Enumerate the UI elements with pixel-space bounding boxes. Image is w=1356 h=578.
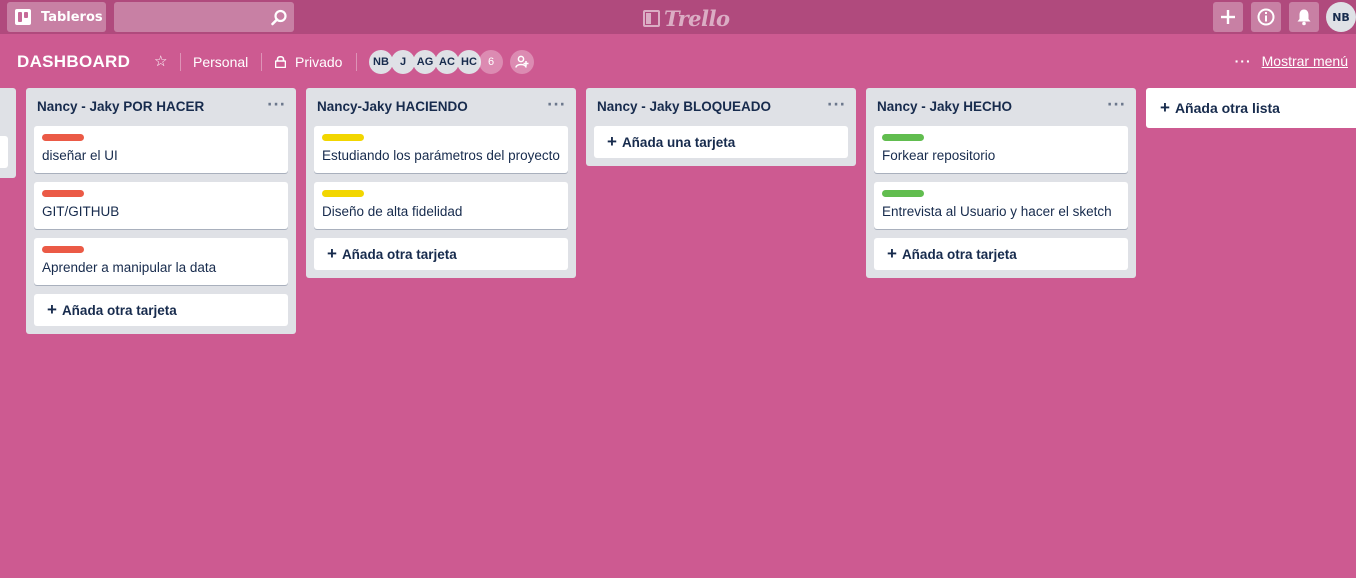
add-card-label: Añada otra tarjeta [341,246,457,262]
card-title: diseñar el UI [42,148,118,163]
card-title: Forkear repositorio [882,148,996,163]
list-header: Nancy-Jaky HACIENDO ··· [306,88,576,126]
board-title[interactable]: DASHBOARD [17,52,130,72]
boards-icon [15,9,31,25]
plus-icon [1221,10,1235,24]
card-partial[interactable] [0,136,8,168]
more-icon: ··· [1234,53,1252,69]
list-hecho: Nancy - Jaky HECHO ··· Forkear repositor… [866,88,1136,278]
card-label-green[interactable] [882,134,924,141]
list-header: Nancy - Jaky POR HACER ··· [26,88,296,126]
list-bloqueado: Nancy - Jaky BLOQUEADO ··· + Añada una t… [586,88,856,166]
notifications-button[interactable] [1289,2,1319,32]
list-menu-icon[interactable]: ··· [547,97,566,113]
card[interactable]: Estudiando los parámetros del proyecto [314,126,568,173]
invite-member-button[interactable] [510,50,534,74]
plus-icon: + [887,244,897,263]
top-header: Tableros Trello NB [0,0,1356,34]
card-label-yellow[interactable] [322,190,364,197]
info-button[interactable] [1251,2,1281,32]
add-card-label: Añada otra tarjeta [901,246,1017,262]
card[interactable]: Entrevista al Usuario y hacer el sketch [874,182,1128,229]
card-title: Entrevista al Usuario y hacer el sketch [882,204,1112,219]
list-por-hacer: Nancy - Jaky POR HACER ··· diseñar el UI… [26,88,296,334]
list-menu-icon[interactable]: ··· [1107,97,1126,113]
member-avatar[interactable]: J [391,50,415,74]
list-header: Nancy - Jaky HECHO ··· [866,88,1136,126]
list-haciendo: Nancy-Jaky HACIENDO ··· Estudiando los p… [306,88,576,278]
star-icon[interactable]: ☆ [154,52,167,70]
add-card-button[interactable]: + Añada otra tarjeta [874,238,1128,270]
visibility-button[interactable]: Privado [295,54,342,70]
card[interactable]: Diseño de alta fidelidad [314,182,568,229]
create-button[interactable] [1213,2,1243,32]
add-card-label: Añada una tarjeta [621,134,736,150]
plus-icon: + [327,244,337,263]
list-title[interactable]: Nancy - Jaky POR HACER [37,99,204,114]
card-label-red[interactable] [42,190,84,197]
user-avatar[interactable]: NB [1326,2,1356,32]
lock-icon [275,55,286,68]
card-title: Estudiando los parámetros del proyecto [322,148,560,163]
trello-logo-icon [643,10,660,27]
board-header: DASHBOARD ☆ Personal Privado NB J AG AC … [0,42,1356,82]
search-input[interactable] [114,2,264,32]
divider [180,53,181,71]
card-label-green[interactable] [882,190,924,197]
add-card-button[interactable]: + Añada una tarjeta [594,126,848,158]
info-icon [1257,8,1275,26]
plus-icon: + [607,132,617,151]
plus-icon: + [1160,98,1170,117]
add-card-label: Añada otra tarjeta [61,302,177,318]
add-card-button[interactable]: + Añada otra tarjeta [34,294,288,326]
add-card-button[interactable]: + Añada otra tarjeta [314,238,568,270]
add-list-label: Añada otra lista [1174,100,1280,116]
bell-icon [1297,9,1311,26]
list-menu-icon[interactable]: ··· [827,97,846,113]
member-avatar[interactable]: HC [457,50,481,74]
list-title[interactable]: Nancy-Jaky HACIENDO [317,99,468,114]
trello-logo[interactable]: Trello [643,6,730,31]
card[interactable]: GIT/GITHUB [34,182,288,229]
plus-icon: + [47,300,57,319]
card-title: Aprender a manipular la data [42,260,217,275]
boards-button[interactable]: Tableros [7,2,106,32]
list-title[interactable]: Nancy - Jaky HECHO [877,99,1012,114]
member-avatar[interactable]: NB [369,50,393,74]
add-user-icon [515,55,529,68]
team-button[interactable]: Personal [193,54,248,70]
list-title[interactable]: Nancy - Jaky BLOQUEADO [597,99,771,114]
boards-button-label: Tableros [41,9,103,25]
show-menu-label: Mostrar menú [1261,53,1348,69]
card[interactable]: Aprender a manipular la data [34,238,288,285]
add-list-button[interactable]: + Añada otra lista [1146,88,1356,128]
list-menu-icon[interactable]: ··· [267,97,286,113]
search-icon[interactable] [270,9,288,27]
search-box[interactable] [114,2,294,32]
card-label-red[interactable] [42,134,84,141]
card-label-yellow[interactable] [322,134,364,141]
logo-text: Trello [664,6,730,31]
member-avatar[interactable]: AG [413,50,437,74]
card-label-red[interactable] [42,246,84,253]
card-title: Diseño de alta fidelidad [322,204,463,219]
card[interactable]: diseñar el UI [34,126,288,173]
divider [261,53,262,71]
divider [356,53,357,71]
show-menu-button[interactable]: ··· Mostrar menú [1235,53,1348,69]
member-overflow-count[interactable]: 6 [479,50,503,74]
card-title: GIT/GITHUB [42,204,120,219]
list-header: Nancy - Jaky BLOQUEADO ··· [586,88,856,126]
member-list: NB J AG AC HC 6 [369,50,503,74]
member-avatar[interactable]: AC [435,50,459,74]
card[interactable]: Forkear repositorio [874,126,1128,173]
